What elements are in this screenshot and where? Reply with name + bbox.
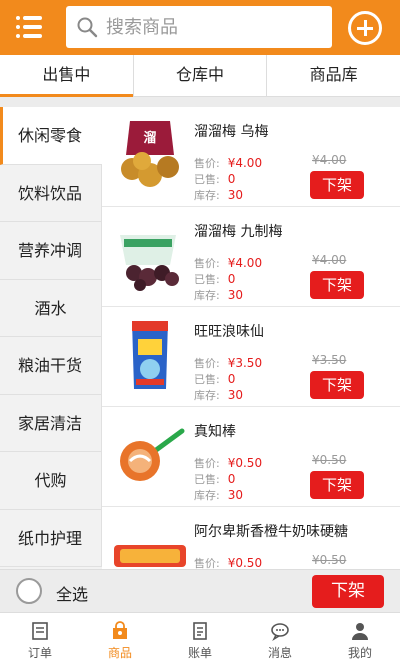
list-item[interactable]: 旺旺浪味仙 售价: ¥3.50 已售: 0 库存: 30 ¥3.50 下架 bbox=[102, 307, 400, 407]
nav-products[interactable]: 商品 bbox=[80, 613, 160, 666]
original-price: ¥0.50 bbox=[312, 553, 347, 567]
nav-bills[interactable]: 账单 bbox=[160, 613, 240, 666]
search-box[interactable] bbox=[66, 6, 332, 48]
list-item[interactable]: 溜 溜溜梅 乌梅 售价: ¥4.00 已售: 0 库存: 30 ¥4.00 下架 bbox=[102, 107, 400, 207]
category-drinks[interactable]: 饮料饮品 bbox=[0, 164, 102, 222]
price-row: 售价: ¥4.00 bbox=[194, 156, 263, 170]
product-name: 阿尔卑斯香橙牛奶味硬糖 bbox=[194, 524, 348, 540]
divider bbox=[0, 97, 400, 107]
sold-row: 已售: 0 bbox=[194, 472, 236, 486]
price-value: ¥3.50 bbox=[227, 356, 263, 370]
price-value: ¥4.00 bbox=[227, 156, 263, 170]
add-icon[interactable] bbox=[348, 11, 382, 45]
tab-warehouse[interactable]: 仓库中 bbox=[134, 55, 268, 96]
product-image bbox=[114, 545, 186, 567]
tab-product-library[interactable]: 商品库 bbox=[267, 55, 400, 96]
svg-text:溜: 溜 bbox=[143, 130, 156, 146]
delist-button[interactable]: 下架 bbox=[310, 271, 364, 299]
category-grain-oil[interactable]: 粮油干货 bbox=[0, 337, 102, 395]
price-row: 售价: ¥3.50 bbox=[194, 356, 263, 370]
product-name: 溜溜梅 乌梅 bbox=[194, 124, 269, 140]
menu-icon[interactable] bbox=[12, 12, 48, 42]
price-row: 售价: ¥0.50 bbox=[194, 556, 263, 569]
search-icon bbox=[77, 17, 98, 38]
category-liquor[interactable]: 酒水 bbox=[0, 279, 102, 337]
user-icon bbox=[352, 623, 368, 640]
delist-button[interactable]: 下架 bbox=[310, 371, 364, 399]
price-row: 售价: ¥4.00 bbox=[194, 256, 263, 270]
bottom-nav: 订单 商品 账单 消息 我的 bbox=[0, 612, 400, 666]
product-image bbox=[120, 428, 185, 481]
sold-value: 0 bbox=[227, 372, 236, 386]
product-image: 溜 bbox=[121, 121, 179, 187]
price-value: ¥0.50 bbox=[227, 456, 263, 470]
product-image bbox=[132, 321, 168, 389]
bill-icon bbox=[193, 622, 207, 640]
sold-value: 0 bbox=[227, 272, 236, 286]
category-snacks[interactable]: 休闲零食 bbox=[0, 107, 102, 165]
list-item[interactable]: 真知棒 售价: ¥0.50 已售: 0 库存: 30 ¥0.50 下架 bbox=[102, 407, 400, 507]
search-input[interactable] bbox=[106, 12, 322, 42]
stock-value: 30 bbox=[227, 488, 243, 502]
category-nutrition[interactable]: 营养冲调 bbox=[0, 222, 102, 280]
original-price: ¥0.50 bbox=[312, 453, 347, 467]
category-proxy-buy[interactable]: 代购 bbox=[0, 452, 102, 510]
stock-row: 库存: 30 bbox=[194, 188, 243, 202]
shop-icon bbox=[113, 621, 127, 639]
tab-on-sale[interactable]: 出售中 bbox=[0, 55, 134, 97]
category-tissue-care[interactable]: 纸巾护理 bbox=[0, 509, 102, 567]
nav-profile[interactable]: 我的 bbox=[320, 613, 400, 666]
bulk-delist-button[interactable]: 下架 bbox=[312, 575, 384, 608]
stock-row: 库存: 30 bbox=[194, 288, 243, 302]
select-all-bar: 全选 下架 bbox=[0, 569, 400, 612]
sold-row: 已售: 0 bbox=[194, 172, 236, 186]
category-sidebar: 休闲零食 饮料饮品 营养冲调 酒水 粮油干货 家居清洁 代购 纸巾护理 bbox=[0, 107, 102, 569]
product-name: 溜溜梅 九制梅 bbox=[194, 224, 283, 240]
sold-value: 0 bbox=[227, 172, 236, 186]
product-list: 溜 溜溜梅 乌梅 售价: ¥4.00 已售: 0 库存: 30 ¥4.00 下架 溜溜… bbox=[102, 107, 400, 569]
original-price: ¥3.50 bbox=[312, 353, 347, 367]
sold-row: 已售: 0 bbox=[194, 272, 236, 286]
select-all-checkbox[interactable] bbox=[16, 578, 42, 604]
product-image bbox=[120, 235, 179, 291]
original-price: ¥4.00 bbox=[312, 153, 347, 167]
stock-row: 库存: 30 bbox=[194, 488, 243, 502]
price-value: ¥0.50 bbox=[227, 556, 263, 569]
message-icon bbox=[271, 623, 289, 641]
select-all-label: 全选 bbox=[56, 585, 89, 604]
nav-orders[interactable]: 订单 bbox=[0, 613, 80, 666]
app-header bbox=[0, 0, 400, 55]
product-name: 真知棒 bbox=[194, 424, 236, 440]
stock-value: 30 bbox=[227, 388, 243, 402]
list-item[interactable]: 溜溜梅 九制梅 售价: ¥4.00 已售: 0 库存: 30 ¥4.00 下架 bbox=[102, 207, 400, 307]
product-name: 旺旺浪味仙 bbox=[194, 324, 264, 340]
delist-button[interactable]: 下架 bbox=[310, 171, 364, 199]
sold-value: 0 bbox=[227, 472, 236, 486]
price-value: ¥4.00 bbox=[227, 256, 263, 270]
price-row: 售价: ¥0.50 bbox=[194, 456, 263, 470]
sold-row: 已售: 0 bbox=[194, 372, 236, 386]
original-price: ¥4.00 bbox=[312, 253, 347, 267]
status-tabs: 出售中 仓库中 商品库 bbox=[0, 55, 400, 97]
orders-icon bbox=[32, 622, 48, 640]
delist-button[interactable]: 下架 bbox=[310, 471, 364, 499]
stock-row: 库存: 30 bbox=[194, 388, 243, 402]
nav-messages[interactable]: 消息 bbox=[240, 613, 320, 666]
stock-value: 30 bbox=[227, 288, 243, 302]
list-item[interactable]: 阿尔卑斯香橙牛奶味硬糖 售价: ¥0.50 ¥0.50 bbox=[102, 507, 400, 569]
category-household[interactable]: 家居清洁 bbox=[0, 394, 102, 452]
stock-value: 30 bbox=[227, 188, 243, 202]
